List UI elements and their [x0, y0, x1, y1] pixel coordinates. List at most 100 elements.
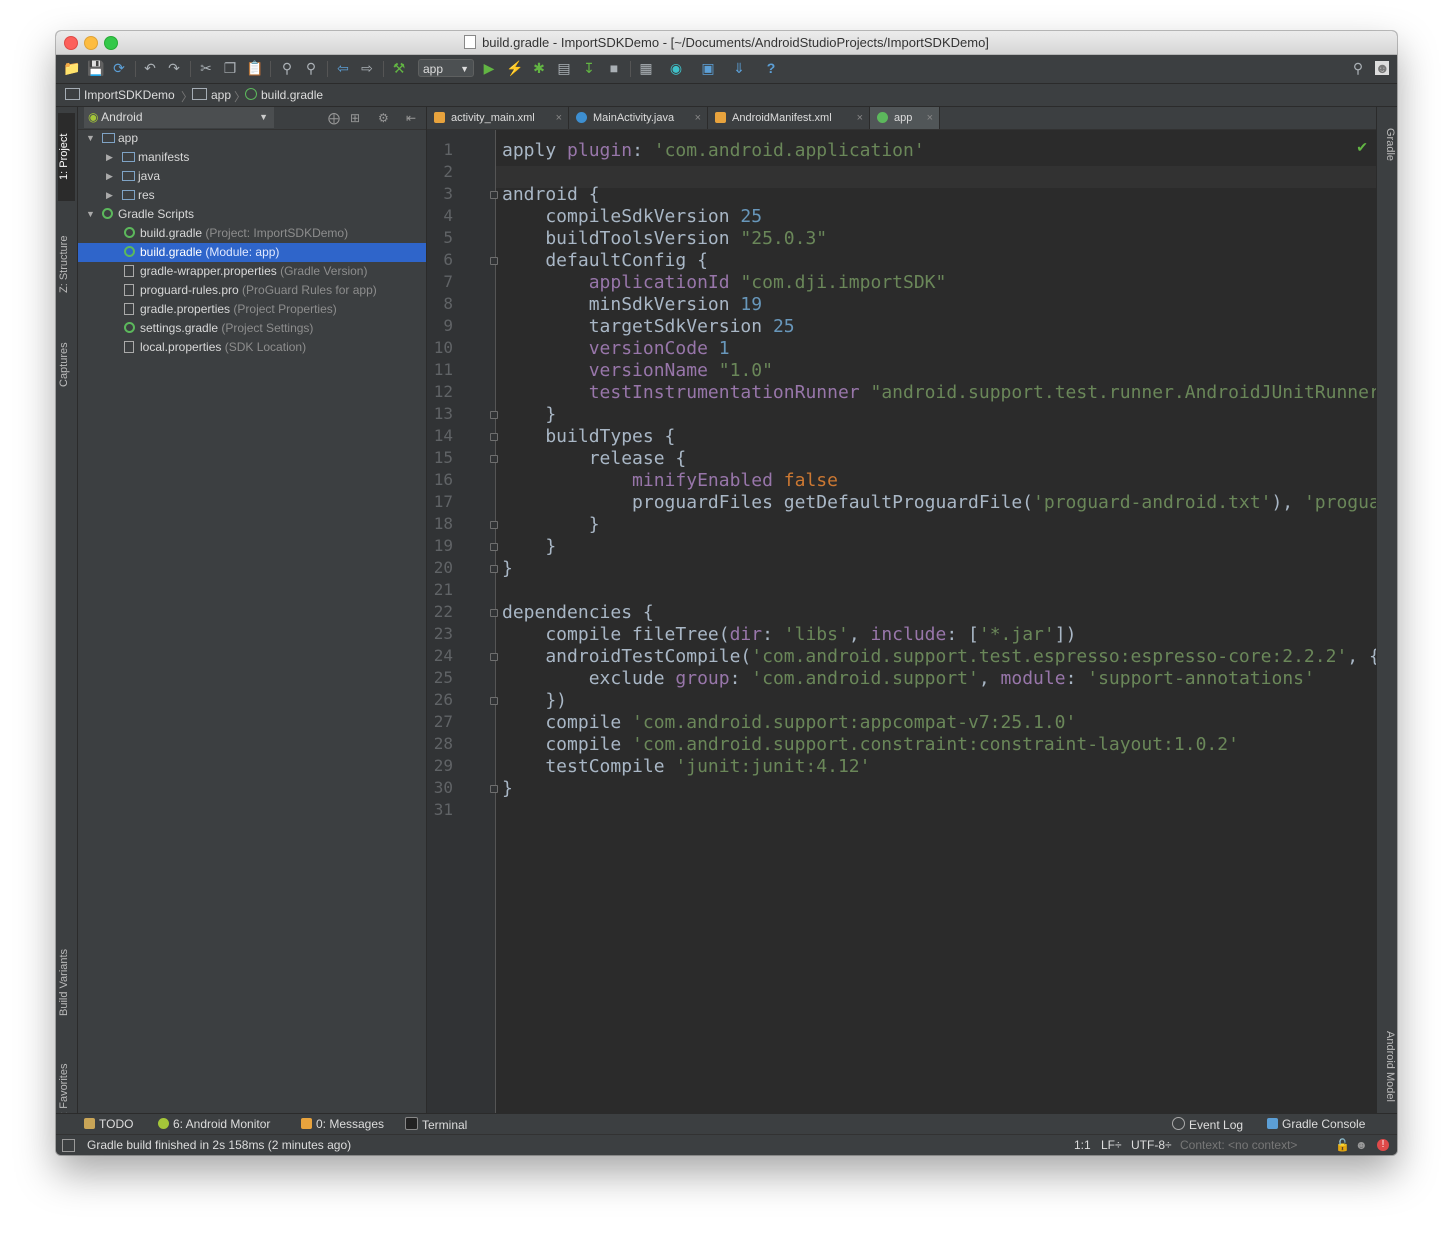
gear-icon[interactable]: ⚙: [378, 111, 389, 125]
user-avatar-icon[interactable]: ☻: [1375, 61, 1390, 75]
tool-tab-android-model[interactable]: Android Model: [1379, 1021, 1396, 1111]
tree-item[interactable]: ▶ res: [78, 186, 426, 205]
tree-item[interactable]: ▼ Gradle Scripts: [78, 205, 426, 224]
editor-tab[interactable]: app ×: [870, 107, 940, 129]
collapse-arrow-icon[interactable]: ▶: [106, 167, 113, 186]
cut-icon[interactable]: ✂: [198, 60, 214, 76]
profile-icon[interactable]: ▤: [556, 60, 572, 76]
hide-panel-icon[interactable]: ⇤: [406, 111, 416, 125]
terminal-tool-button[interactable]: Terminal: [405, 1117, 467, 1132]
find-icon[interactable]: ⚲: [279, 60, 295, 76]
lock-icon[interactable]: 🔓: [1335, 1138, 1350, 1152]
breadcrumb-project[interactable]: ImportSDKDemo: [65, 88, 175, 102]
tree-item[interactable]: build.gradle (Module: app): [78, 243, 426, 262]
search-icon[interactable]: ⚲: [1350, 60, 1366, 76]
tree-item[interactable]: settings.gradle (Project Settings): [78, 319, 426, 338]
bottom-tool-bar: TODO 6: Android Monitor 0: Messages Term…: [56, 1113, 1397, 1135]
breadcrumb-file[interactable]: build.gradle: [245, 88, 323, 102]
code-token: defaultConfig {: [502, 250, 708, 271]
close-tab-icon[interactable]: ×: [556, 107, 562, 129]
tree-item[interactable]: ▼ app: [78, 129, 426, 148]
paste-icon[interactable]: 📋: [246, 60, 263, 76]
run-configuration-select[interactable]: app ▼: [418, 59, 474, 77]
tree-item[interactable]: ▶ manifests: [78, 148, 426, 167]
project-view-selector[interactable]: ◉ Android ▼: [84, 107, 274, 128]
tree-item[interactable]: proguard-rules.pro (ProGuard Rules for a…: [78, 281, 426, 300]
line-number: 28: [433, 734, 453, 753]
expand-arrow-icon[interactable]: ▼: [86, 129, 95, 148]
inspection-icon[interactable]: ☻: [1355, 1138, 1368, 1152]
caret-position[interactable]: 1:1: [1074, 1138, 1091, 1152]
apply-changes-icon[interactable]: ⚡: [506, 60, 523, 76]
tool-tab-project[interactable]: 1: Project: [58, 113, 75, 201]
tree-item[interactable]: build.gradle (Project: ImportSDKDemo): [78, 224, 426, 243]
event-log-icon: [1172, 1117, 1185, 1130]
run-icon[interactable]: ▶: [481, 60, 497, 76]
toggle-tool-windows-icon[interactable]: [62, 1139, 75, 1152]
text-file-icon: [124, 284, 134, 296]
device-monitor-icon[interactable]: ▦: [638, 60, 654, 76]
debug-icon[interactable]: ✱: [531, 60, 547, 76]
stop-icon[interactable]: ■: [606, 60, 622, 76]
tool-tab-build-variants[interactable]: Build Variants: [58, 927, 75, 1037]
code-token: :: [1065, 668, 1088, 689]
forward-icon[interactable]: ⇨: [359, 60, 375, 76]
tool-tab-captures[interactable]: Captures: [58, 322, 75, 407]
tool-tab-structure[interactable]: Z: Structure: [58, 217, 75, 312]
attach-debugger-icon[interactable]: ↧: [581, 60, 597, 76]
make-project-icon[interactable]: ⚒: [391, 60, 407, 76]
android-monitor-tool-button[interactable]: 6: Android Monitor: [158, 1117, 270, 1131]
tree-item[interactable]: ▶ java: [78, 167, 426, 186]
error-indicator-icon[interactable]: !: [1377, 1139, 1389, 1151]
save-all-icon[interactable]: 💾: [87, 60, 104, 76]
collapse-all-icon[interactable]: ⊞: [350, 111, 360, 125]
tree-item-hint: (Module: app): [202, 245, 280, 259]
sdk-manager-icon[interactable]: ⇓: [731, 60, 747, 76]
tree-item[interactable]: gradle.properties (Project Properties): [78, 300, 426, 319]
editor-tab[interactable]: AndroidManifest.xml ×: [708, 107, 870, 129]
editor-tab[interactable]: activity_main.xml ×: [427, 107, 569, 129]
replace-icon[interactable]: ⚲: [303, 60, 319, 76]
copy-icon[interactable]: ❐: [222, 60, 238, 76]
code-token: release {: [502, 448, 687, 469]
tree-item[interactable]: gradle-wrapper.properties (Gradle Versio…: [78, 262, 426, 281]
close-tab-icon[interactable]: ×: [857, 107, 863, 129]
todo-tool-button[interactable]: TODO: [84, 1117, 133, 1131]
project-structure-icon[interactable]: ▣: [700, 60, 716, 76]
code-token: 'proguard-rules.pro': [1303, 492, 1376, 513]
tree-item[interactable]: local.properties (SDK Location): [78, 338, 426, 357]
sync-gradle-icon[interactable]: ◉: [668, 60, 684, 76]
expand-arrow-icon[interactable]: ▼: [86, 205, 95, 224]
gradle-console-tool-button[interactable]: Gradle Console: [1267, 1117, 1365, 1131]
line-separator-selector[interactable]: LF÷: [1101, 1138, 1122, 1152]
line-number: 25: [433, 668, 453, 687]
line-number: 21: [433, 580, 453, 599]
scroll-from-source-icon[interactable]: ⨁: [328, 111, 340, 125]
code-token: buildTypes {: [502, 426, 676, 447]
back-icon[interactable]: ⇦: [335, 60, 351, 76]
collapse-arrow-icon[interactable]: ▶: [106, 148, 113, 167]
tool-tab-gradle[interactable]: Gradle: [1379, 115, 1396, 175]
line-number: 23: [433, 624, 453, 643]
close-tab-icon[interactable]: ×: [927, 107, 933, 129]
help-icon[interactable]: ?: [763, 60, 779, 76]
messages-tool-button[interactable]: 0: Messages: [301, 1117, 384, 1131]
event-log-tool-button[interactable]: Event Log: [1172, 1117, 1243, 1132]
properties-file-icon: [124, 265, 134, 277]
encoding-selector[interactable]: UTF-8÷: [1131, 1138, 1172, 1152]
editor-tab[interactable]: MainActivity.java ×: [569, 107, 708, 129]
sync-icon[interactable]: ⟳: [111, 60, 127, 76]
code-text-area[interactable]: apply plugin: 'com.android.application' a…: [496, 130, 1376, 1113]
undo-icon[interactable]: ↶: [142, 60, 158, 76]
code-line: testCompile 'junit:junit:4.12': [502, 756, 870, 777]
properties-file-icon: [124, 303, 134, 315]
collapse-arrow-icon[interactable]: ▶: [106, 186, 113, 205]
breadcrumb-module[interactable]: app: [192, 88, 231, 102]
close-tab-icon[interactable]: ×: [695, 107, 701, 129]
redo-icon[interactable]: ↷: [166, 60, 182, 76]
code-line: compileSdkVersion 25: [502, 206, 762, 227]
open-folder-icon[interactable]: 📁: [63, 60, 80, 76]
toolbar-separator: [190, 61, 191, 77]
